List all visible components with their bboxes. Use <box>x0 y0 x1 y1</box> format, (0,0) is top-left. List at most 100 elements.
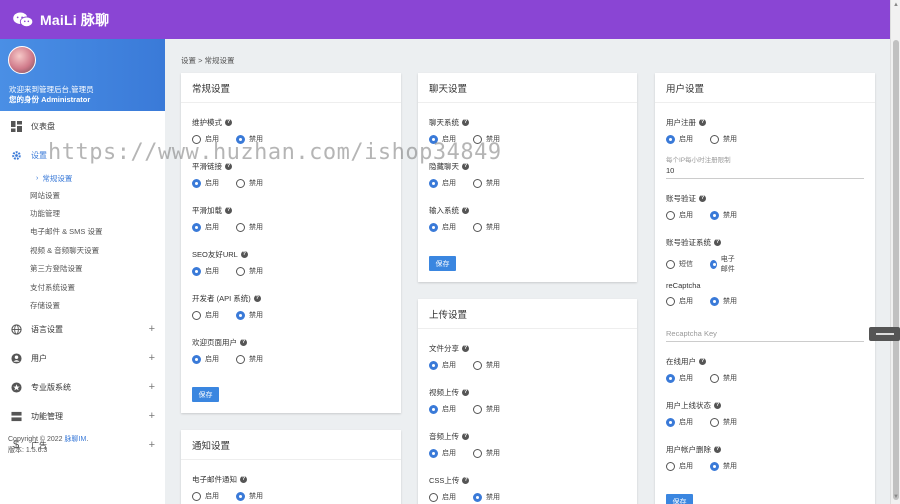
radio-button[interactable] <box>473 404 482 414</box>
plus-icon[interactable]: + <box>149 352 155 364</box>
plus-icon[interactable]: + <box>149 323 155 335</box>
sidebar-subitem[interactable]: 第三方登陆设置 <box>0 260 165 278</box>
radio-option[interactable]: 禁用 <box>710 134 740 144</box>
radio-option[interactable]: 禁用 <box>236 354 266 364</box>
radio-button[interactable] <box>473 134 482 144</box>
radio-button[interactable] <box>429 492 438 502</box>
radio-button[interactable] <box>710 134 719 144</box>
avatar[interactable] <box>8 46 36 74</box>
radio-option[interactable]: 禁用 <box>236 266 266 276</box>
radio-option[interactable]: 启用 <box>429 448 459 458</box>
radio-option[interactable]: 启用 <box>666 417 696 427</box>
radio-button[interactable] <box>666 259 675 269</box>
radio-option[interactable]: 短信 <box>666 254 696 274</box>
recaptcha-key-input[interactable]: Recaptcha Key <box>666 329 864 342</box>
plus-icon[interactable]: + <box>149 410 155 422</box>
radio-option[interactable]: 禁用 <box>473 448 503 458</box>
scrollbar[interactable]: ▲ ▼ <box>890 0 900 504</box>
help-icon[interactable]: ? <box>462 119 469 126</box>
radio-option[interactable]: 禁用 <box>236 134 266 144</box>
help-icon[interactable]: ? <box>240 339 247 346</box>
help-icon[interactable]: ? <box>225 163 232 170</box>
radio-button[interactable] <box>192 178 201 188</box>
help-icon[interactable]: ? <box>225 207 232 214</box>
radio-button[interactable] <box>429 178 438 188</box>
help-icon[interactable]: ? <box>699 119 706 126</box>
radio-option[interactable]: 启用 <box>429 134 459 144</box>
radio-button[interactable] <box>236 310 245 320</box>
plus-icon[interactable]: + <box>149 381 155 393</box>
radio-button[interactable] <box>666 296 675 306</box>
scroll-down-icon[interactable]: ▼ <box>893 494 899 500</box>
radio-option[interactable]: 启用 <box>666 210 696 220</box>
radio-option[interactable]: 禁用 <box>710 417 740 427</box>
save-button[interactable]: 保存 <box>192 387 219 402</box>
radio-option[interactable]: 启用 <box>666 134 696 144</box>
radio-button[interactable] <box>710 461 719 471</box>
radio-option[interactable]: 启用 <box>192 491 222 501</box>
help-icon[interactable]: ? <box>714 402 721 409</box>
scroll-up-icon[interactable]: ▲ <box>893 2 899 8</box>
radio-button[interactable] <box>473 178 482 188</box>
radio-button[interactable] <box>192 310 201 320</box>
help-icon[interactable]: ? <box>699 358 706 365</box>
radio-button[interactable] <box>236 354 245 364</box>
radio-option[interactable]: 启用 <box>666 461 696 471</box>
sidebar-item-language[interactable]: 语言设置 + <box>0 315 165 344</box>
radio-option[interactable]: 启用 <box>192 222 222 232</box>
radio-option[interactable]: 禁用 <box>473 404 503 414</box>
help-icon[interactable]: ? <box>462 163 469 170</box>
radio-option[interactable]: 电子邮件 <box>710 254 740 274</box>
help-icon[interactable]: ? <box>462 389 469 396</box>
plus-icon[interactable]: + <box>149 439 155 451</box>
sidebar-subitem[interactable]: 功能管理 <box>0 204 165 222</box>
radio-option[interactable]: 启用 <box>192 354 222 364</box>
radio-button[interactable] <box>710 373 719 383</box>
radio-button[interactable] <box>236 222 245 232</box>
radio-option[interactable]: 禁用 <box>236 310 266 320</box>
radio-button[interactable] <box>236 134 245 144</box>
save-button[interactable]: 保存 <box>666 494 693 504</box>
radio-button[interactable] <box>473 448 482 458</box>
radio-option[interactable]: 禁用 <box>236 491 266 501</box>
radio-button[interactable] <box>192 222 201 232</box>
save-button[interactable]: 保存 <box>429 256 456 271</box>
help-icon[interactable]: ? <box>462 345 469 352</box>
radio-option[interactable]: 启用 <box>429 492 459 502</box>
radio-button[interactable] <box>429 134 438 144</box>
sidebar-subitem[interactable]: 电子邮件 & SMS 设置 <box>0 223 165 241</box>
sidebar-subitem-general[interactable]: › 常规设置 <box>0 170 165 186</box>
radio-option[interactable]: 禁用 <box>710 373 740 383</box>
sidebar-subitem[interactable]: 支付系统设置 <box>0 278 165 296</box>
radio-button[interactable] <box>666 461 675 471</box>
scrollbar-thumb[interactable] <box>893 40 899 500</box>
radio-option[interactable]: 启用 <box>666 296 696 306</box>
radio-button[interactable] <box>236 266 245 276</box>
radio-button[interactable] <box>666 417 675 427</box>
help-icon[interactable]: ? <box>714 446 721 453</box>
floating-toggle-button[interactable] <box>869 327 900 341</box>
help-icon[interactable]: ? <box>699 195 706 202</box>
brand-name[interactable]: MaiLi 脉聊 <box>40 10 109 30</box>
sidebar-item-pro[interactable]: 专业版系统 + <box>0 373 165 402</box>
radio-option[interactable]: 禁用 <box>236 222 266 232</box>
sidebar-subitem[interactable]: 网站设置 <box>0 186 165 204</box>
radio-button[interactable] <box>429 404 438 414</box>
radio-button[interactable] <box>666 373 675 383</box>
radio-button[interactable] <box>666 134 675 144</box>
sidebar-subitem[interactable]: 视频 & 音频聊天设置 <box>0 241 165 259</box>
radio-button[interactable] <box>710 417 719 427</box>
radio-option[interactable]: 禁用 <box>473 178 503 188</box>
radio-option[interactable]: 启用 <box>192 310 222 320</box>
registration-limit-input[interactable]: 10 <box>666 166 864 179</box>
help-icon[interactable]: ? <box>714 239 721 246</box>
radio-option[interactable]: 启用 <box>192 178 222 188</box>
radio-option[interactable]: 启用 <box>429 222 459 232</box>
radio-button[interactable] <box>429 448 438 458</box>
radio-option[interactable]: 禁用 <box>236 178 266 188</box>
radio-option[interactable]: 启用 <box>429 360 459 370</box>
sidebar-item-features[interactable]: 功能管理 + <box>0 402 165 431</box>
radio-option[interactable]: 启用 <box>192 266 222 276</box>
help-icon[interactable]: ? <box>462 207 469 214</box>
radio-option[interactable]: 启用 <box>429 404 459 414</box>
